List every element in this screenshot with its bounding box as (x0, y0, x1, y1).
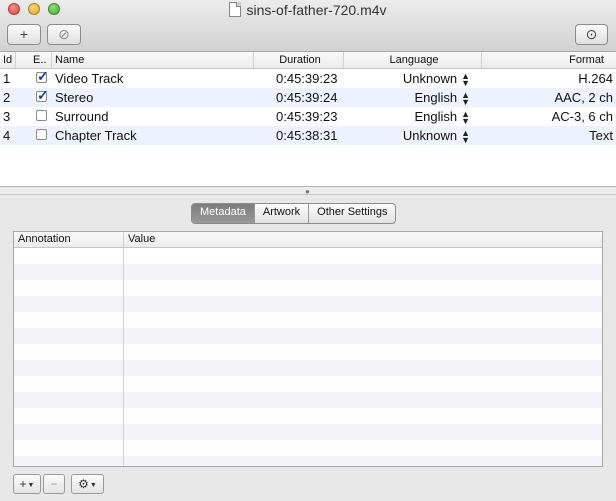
gear-icon: ⚙ (78, 477, 89, 491)
empty-row (14, 264, 602, 280)
column-header-format[interactable]: Format (482, 52, 616, 68)
track-id: 3 (3, 109, 11, 124)
empty-row (14, 424, 602, 440)
chevron-down-icon: ▼ (89, 482, 97, 489)
track-enabled-checkbox[interactable] (36, 68, 49, 85)
add-track-button[interactable]: + (7, 24, 41, 45)
add-metadata-button[interactable]: +▼ (13, 474, 41, 494)
track-id: 4 (3, 128, 11, 143)
empty-row (14, 392, 602, 408)
track-row[interactable]: 3 Surround 0:45:39:23 English ▲ ▼ AC-3, 6 … (0, 107, 616, 126)
metadata-actions-button[interactable]: ⚙▼ (71, 474, 104, 494)
empty-row (14, 360, 602, 376)
track-duration: 0:45:39:23 (276, 71, 338, 86)
track-id: 2 (3, 90, 11, 105)
track-enabled-checkbox[interactable] (36, 129, 47, 140)
tracks-table: Id E.. Name Duration Language Format 1 V… (0, 52, 616, 186)
track-format: Text (589, 128, 613, 143)
column-header-enabled[interactable]: E.. (16, 52, 52, 68)
track-row[interactable]: 1 Video Track 0:45:39:23 Unknown▲▼ H.264 (0, 68, 616, 88)
track-format: H.264 (578, 71, 613, 86)
track-language: Unknown (402, 128, 458, 143)
window-titlebar: sins-of-father-720.m4v + ⊘ ⊙ (0, 0, 616, 52)
track-id: 1 (3, 71, 11, 86)
tab-artwork[interactable]: Artwork (255, 204, 310, 223)
track-language: English (414, 109, 458, 124)
tracks-table-header: Id E.. Name Duration Language Format (0, 52, 616, 69)
popup-arrows-icon: ▲ ▼ (461, 70, 470, 88)
track-name: Surround (55, 109, 109, 124)
chevron-down-icon: ▼ (27, 482, 35, 489)
column-header-annotation[interactable]: Annotation (14, 232, 124, 247)
empty-row (14, 376, 602, 392)
track-row[interactable]: 2 Stereo 0:45:39:24 English▲▼ AAC, 2 ch (0, 87, 616, 107)
track-language-popup[interactable]: Unknown ▲ ▼ (370, 69, 470, 88)
popup-arrows-icon: ▲ ▼ (461, 127, 470, 145)
track-name: Stereo (55, 90, 94, 105)
remove-track-button[interactable]: ⊘ (47, 24, 81, 45)
track-language-popup[interactable]: English ▲ ▼ (370, 88, 470, 107)
document-icon (229, 2, 242, 17)
track-name: Chapter Track (55, 128, 137, 143)
inspector-tabs: Metadata Artwork Other Settings (191, 203, 397, 224)
track-name: Video Track (55, 71, 124, 86)
remove-metadata-button[interactable]: − (43, 474, 65, 494)
track-enabled-checkbox[interactable] (36, 110, 47, 121)
split-view-divider[interactable]: ● (0, 186, 616, 196)
inspector-button[interactable]: ⊙ (575, 24, 608, 45)
empty-row (14, 296, 602, 312)
track-duration: 0:45:38:31 (276, 128, 338, 143)
window-title: sins-of-father-720.m4v (246, 2, 387, 18)
column-header-id[interactable]: Id (0, 52, 16, 68)
empty-row (14, 456, 602, 466)
metadata-rows (14, 248, 602, 466)
track-language-popup[interactable]: Unknown ▲ ▼ (370, 126, 470, 145)
empty-row (14, 248, 602, 264)
window-title-area: sins-of-father-720.m4v (0, 2, 616, 18)
track-language: Unknown (402, 71, 458, 86)
column-header-name[interactable]: Name (52, 52, 254, 68)
tab-metadata[interactable]: Metadata (192, 204, 255, 223)
empty-row (14, 312, 602, 328)
empty-row (14, 408, 602, 424)
track-duration: 0:45:39:23 (276, 109, 338, 124)
column-header-duration[interactable]: Duration (254, 52, 344, 68)
empty-row (14, 280, 602, 296)
metadata-table-header: Annotation Value (14, 232, 602, 248)
track-language-popup[interactable]: English ▲ ▼ (370, 107, 470, 126)
empty-row (14, 344, 602, 360)
column-header-language[interactable]: Language (344, 52, 482, 68)
track-language: English (414, 90, 458, 105)
tab-other-settings[interactable]: Other Settings (309, 204, 395, 223)
empty-row (14, 328, 602, 344)
resize-grip-icon: ● (305, 187, 310, 196)
metadata-table[interactable]: Annotation Value (13, 231, 603, 467)
track-duration: 0:45:39:24 (276, 90, 338, 105)
plus-icon: + (19, 477, 27, 491)
column-header-value[interactable]: Value (124, 232, 155, 247)
track-enabled-checkbox[interactable] (36, 87, 49, 104)
track-format: AAC, 2 ch (554, 90, 613, 105)
column-divider (123, 248, 124, 466)
popup-arrows-icon: ▲ ▼ (461, 89, 470, 107)
track-format: AC-3, 6 ch (551, 109, 613, 124)
track-row[interactable]: 4 Chapter Track 0:45:38:31 Unknown ▲ ▼ Tex… (0, 126, 616, 145)
empty-row (14, 440, 602, 456)
popup-arrows-icon: ▲ ▼ (461, 108, 470, 126)
